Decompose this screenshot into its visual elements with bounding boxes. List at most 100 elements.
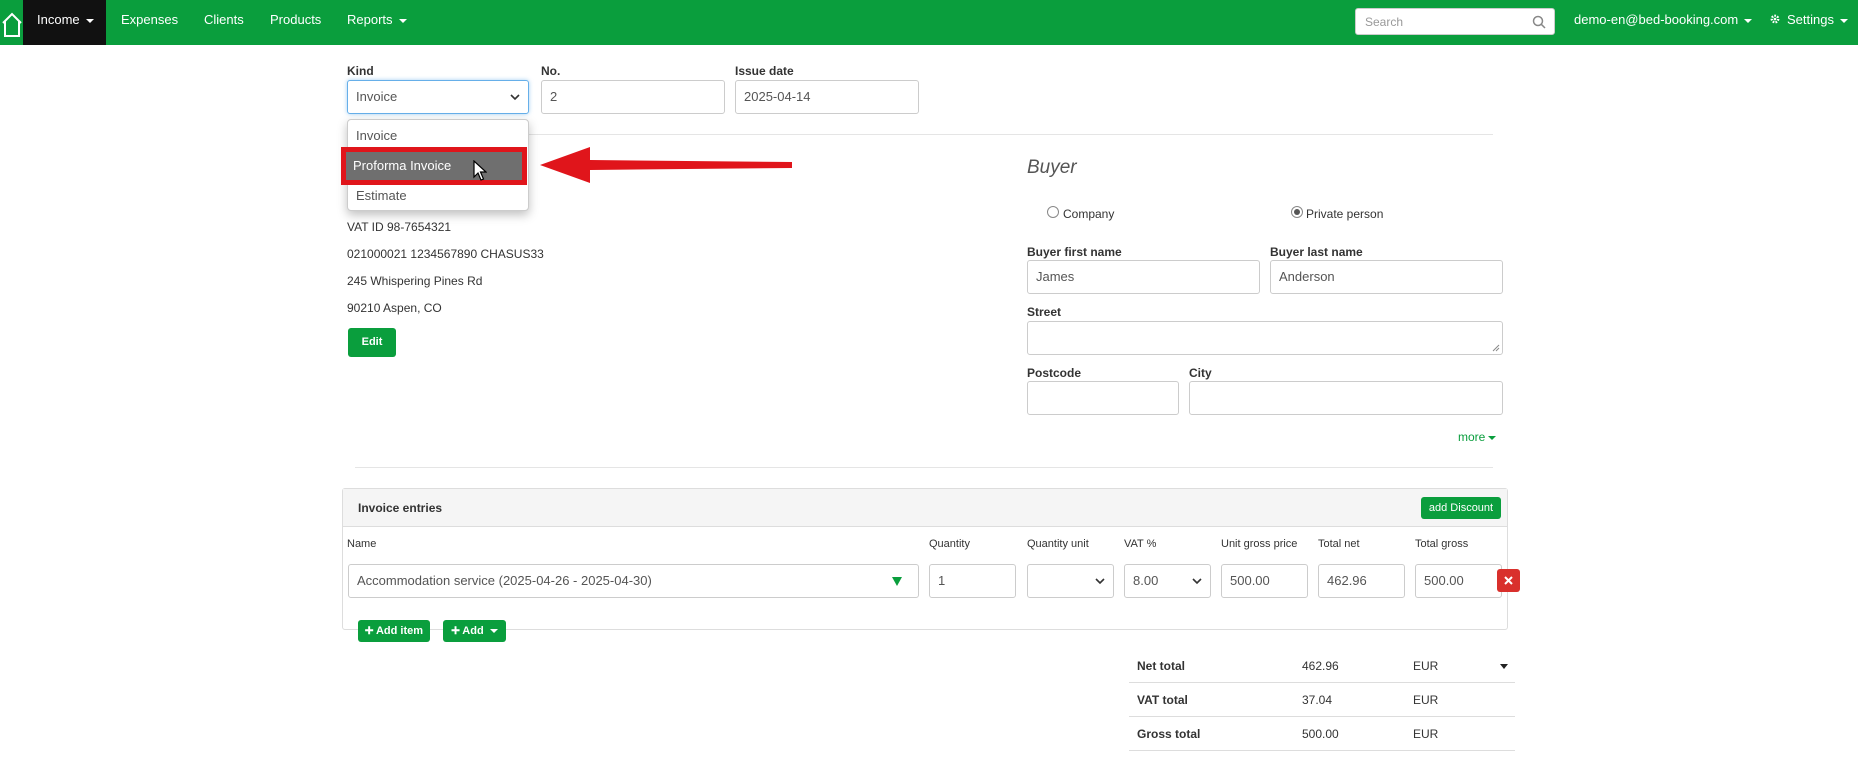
- item-name-input[interactable]: Accommodation service (2025-04-26 - 2025…: [348, 564, 919, 598]
- gross-total-label: Gross total: [1137, 727, 1201, 741]
- postcode-label: Postcode: [1027, 366, 1082, 380]
- col-total-gross-header: Total gross: [1415, 538, 1469, 550]
- col-quantity-unit-header: Quantity unit: [1027, 538, 1089, 550]
- no-label: No.: [541, 64, 561, 78]
- add-dropdown-button[interactable]: ➕︎ Add: [443, 620, 506, 642]
- issue-date-label: Issue date: [735, 64, 794, 78]
- vat-total-value: 37.04: [1302, 693, 1333, 707]
- kind-label: Kind: [347, 64, 374, 78]
- vat-select[interactable]: 8.00: [1124, 564, 1211, 598]
- total-net-input[interactable]: 462.96: [1318, 564, 1405, 598]
- kind-option-estimate[interactable]: Estimate: [356, 188, 407, 203]
- col-name-header: Name: [347, 538, 377, 550]
- remove-row-button[interactable]: [1497, 569, 1520, 592]
- chevron-down-icon: [398, 18, 407, 23]
- nav-products[interactable]: Products: [270, 0, 321, 45]
- vat-total-label: VAT total: [1137, 693, 1188, 707]
- nav-income[interactable]: Income: [23, 0, 106, 45]
- currency-dropdown-icon[interactable]: [1500, 664, 1508, 669]
- gross-total-row: Gross total 500.00 EUR: [1129, 717, 1515, 751]
- col-total-net-header: Total net: [1318, 538, 1360, 550]
- plus-icon: ➕︎: [451, 625, 460, 637]
- plus-icon: ➕︎: [364, 625, 374, 637]
- col-quantity-header: Quantity: [929, 538, 970, 550]
- nav-income-label: Income: [37, 12, 80, 27]
- nav-reports[interactable]: Reports: [347, 0, 407, 45]
- add-item-label: Add item: [375, 625, 424, 637]
- street-textarea[interactable]: [1027, 321, 1503, 355]
- net-total-label: Net total: [1137, 659, 1185, 673]
- seller-bank-account: 021000021 1234567890 CHASUS33: [347, 247, 544, 261]
- col-vat-header: VAT %: [1124, 538, 1157, 550]
- top-navbar: Income Expenses Clients Products Reports…: [0, 0, 1858, 45]
- postcode-input[interactable]: [1027, 381, 1179, 415]
- more-label: more: [1458, 430, 1486, 444]
- kind-option-invoice[interactable]: Invoice: [356, 128, 397, 143]
- quantity-input[interactable]: 1: [929, 564, 1016, 598]
- buyer-first-name-input[interactable]: James: [1027, 260, 1260, 294]
- nav-clients[interactable]: Clients: [204, 0, 244, 45]
- account-menu[interactable]: demo-en@bed-booking.com: [1574, 0, 1753, 45]
- street-label: Street: [1027, 305, 1062, 319]
- nav-reports-label: Reports: [347, 12, 393, 27]
- number-input[interactable]: 2: [541, 80, 725, 114]
- kind-select[interactable]: Invoice: [347, 80, 529, 114]
- gear-icon: [1770, 14, 1780, 24]
- company-radio[interactable]: [1047, 206, 1059, 218]
- private-person-radio[interactable]: [1291, 206, 1303, 218]
- divider: [355, 467, 1493, 468]
- city-label: City: [1189, 366, 1212, 380]
- add-item-button[interactable]: ➕︎ Add item: [358, 620, 430, 642]
- currency-label: EUR: [1413, 693, 1439, 707]
- search-input[interactable]: [1356, 9, 1526, 34]
- chevron-down-icon: [1192, 578, 1202, 585]
- gross-total-value: 500.00: [1302, 727, 1339, 741]
- issue-date-input[interactable]: 2025-04-14: [735, 80, 919, 114]
- home-icon[interactable]: [0, 0, 24, 45]
- chevron-down-icon: [1839, 18, 1848, 23]
- company-radio-label: Company: [1063, 207, 1115, 221]
- kind-option-proforma-invoice[interactable]: Proforma Invoice: [346, 152, 522, 180]
- account-email: demo-en@bed-booking.com: [1574, 12, 1739, 27]
- total-gross-input[interactable]: 500.00: [1415, 564, 1502, 598]
- red-arrow-icon: [540, 147, 792, 183]
- city-input[interactable]: [1189, 381, 1503, 415]
- kind-value: Invoice: [356, 89, 398, 104]
- item-name-value: Accommodation service (2025-04-26 - 2025…: [357, 573, 652, 588]
- invoice-entries-panel: Invoice entries add Discount: [342, 488, 1508, 630]
- unit-gross-price-input[interactable]: 500.00: [1221, 564, 1308, 598]
- chevron-down-icon: [1488, 435, 1497, 440]
- buyer-last-name-input[interactable]: Anderson: [1270, 260, 1503, 294]
- chevron-down-icon: [85, 18, 94, 23]
- col-unit-gross-header: Unit gross price: [1221, 538, 1298, 550]
- chevron-down-icon: [510, 94, 520, 101]
- add-discount-button[interactable]: add Discount: [1421, 497, 1501, 519]
- search-box: [1355, 8, 1555, 35]
- quantity-unit-select[interactable]: [1027, 564, 1114, 598]
- panel-header: Invoice entries add Discount: [343, 489, 1507, 527]
- chevron-down-icon: [1744, 18, 1753, 23]
- seller-vat-id: VAT ID 98-7654321: [347, 220, 452, 234]
- more-link[interactable]: more: [1458, 430, 1497, 444]
- chevron-down-icon: [489, 629, 498, 634]
- private-person-radio-label: Private person: [1306, 207, 1384, 221]
- invoice-entries-title: Invoice entries: [358, 501, 443, 515]
- buyer-last-name-label: Buyer last name: [1270, 245, 1363, 259]
- buyer-first-name-label: Buyer first name: [1027, 245, 1122, 259]
- add-label: Add: [462, 625, 484, 637]
- vat-total-row: VAT total 37.04 EUR: [1129, 683, 1515, 717]
- buyer-title: Buyer: [1027, 157, 1077, 178]
- currency-label: EUR: [1413, 727, 1439, 741]
- seller-city: 90210 Aspen, CO: [347, 301, 442, 315]
- triangle-down-icon[interactable]: [892, 577, 902, 586]
- net-total-value: 462.96: [1302, 659, 1339, 673]
- settings-menu[interactable]: Settings: [1769, 0, 1848, 45]
- settings-label: Settings: [1787, 12, 1834, 27]
- net-total-row: Net total 462.96 EUR: [1129, 649, 1515, 683]
- nav-expenses[interactable]: Expenses: [121, 0, 178, 45]
- vat-value: 8.00: [1133, 573, 1159, 588]
- edit-seller-button[interactable]: Edit: [348, 328, 396, 357]
- currency-label: EUR: [1413, 659, 1439, 673]
- search-icon[interactable]: [1532, 15, 1546, 29]
- resize-handle-icon[interactable]: [1492, 344, 1500, 352]
